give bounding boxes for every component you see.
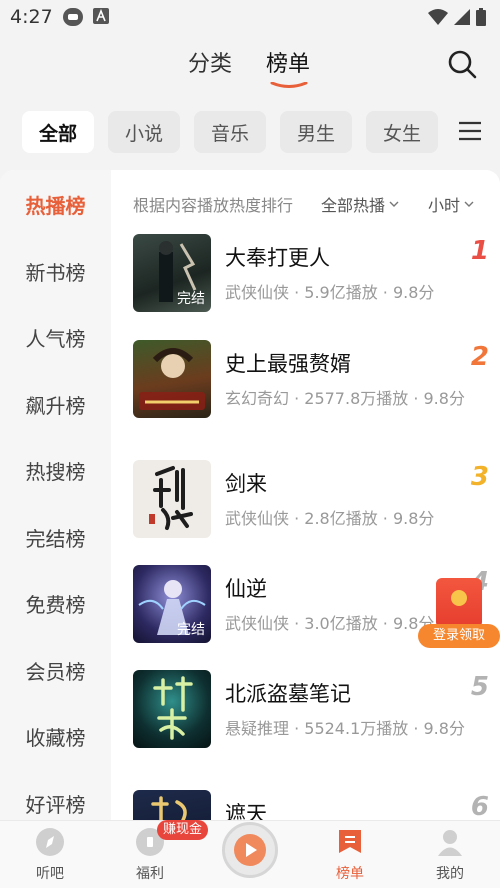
nav-ranking-label: 榜单 [336,866,364,882]
nav-listen-label: 听吧 [36,866,64,882]
sidebar-item-top-rated[interactable]: 好评榜 [0,789,111,818]
book-title: 仙逆 [225,577,267,601]
ranking-sidebar: 热播榜 新书榜 人气榜 飙升榜 热搜榜 完结榜 免费榜 会员榜 收藏榜 好评榜 [0,170,111,820]
nav-ranking[interactable]: 榜单 [310,821,390,888]
rank-number: 3 [470,462,489,492]
login-reward-button[interactable]: 登录领取 [418,578,500,650]
status-bar: 4:27 [0,0,500,34]
sidebar-item-favorites[interactable]: 收藏榜 [0,722,111,751]
book-title: 遮天 [225,802,267,820]
sidebar-item-hot-play[interactable]: 热播榜 [0,190,111,219]
list-item[interactable]: 遮天 6 [133,790,493,820]
search-icon[interactable] [446,48,478,80]
book-title: 北派盗墓笔记 [225,682,351,706]
player-button[interactable] [222,822,278,878]
login-reward-label: 登录领取 [418,624,500,648]
chevron-down-icon [389,201,399,207]
earn-cash-badge: 赚现金 [157,820,209,840]
book-cover [133,670,211,748]
rank-number: 1 [470,236,489,266]
category-chips: 全部 小说 音乐 男生 女生 [22,111,492,153]
chip-music[interactable]: 音乐 [194,111,266,153]
sidebar-item-new-books[interactable]: 新书榜 [0,257,111,286]
sidebar-item-popular[interactable]: 人气榜 [0,323,111,352]
nav-listen[interactable]: 听吧 [10,821,90,888]
tab-category[interactable]: 分类 [188,46,232,78]
filter-scope-label: 全部热播 [321,196,386,215]
compass-icon [36,828,64,856]
headset-icon [63,8,83,26]
chip-all[interactable]: 全部 [22,111,94,153]
list-item[interactable]: 史上最强赘婿 玄幻奇幻 · 2577.8万播放 · 9.8分 2 [133,340,493,458]
completed-badge: 完结 [177,291,205,307]
rank-number: 2 [470,342,489,372]
book-cover [133,460,211,538]
play-icon [234,834,266,866]
menu-icon[interactable] [458,120,482,142]
ranking-list: 根据内容播放热度排行 全部热播 小时 完结 大奉打更人 武侠仙侠 · 5.9亿播… [111,170,500,820]
nav-profile-label: 我的 [436,866,464,882]
signal-icon [454,9,470,25]
chip-novel[interactable]: 小说 [108,111,180,153]
nav-welfare-label: 福利 [136,866,164,882]
status-time: 4:27 [10,6,53,28]
list-item[interactable]: 完结 大奉打更人 武侠仙侠 · 5.9亿播放 · 9.8分 1 [133,234,493,334]
book-cover: 完结 [133,234,211,312]
coin-icon [451,590,467,606]
completed-badge: 完结 [177,622,205,638]
ranking-panel: 热播榜 新书榜 人气榜 飙升榜 热搜榜 完结榜 免费榜 会员榜 收藏榜 好评榜 … [0,170,500,820]
chip-female[interactable]: 女生 [366,111,438,153]
rank-number: 6 [470,792,489,820]
list-item[interactable]: 北派盗墓笔记 悬疑推理 · 5524.1万播放 · 9.8分 5 [133,670,493,788]
sidebar-item-hot-search[interactable]: 热搜榜 [0,456,111,485]
book-meta: 玄幻奇幻 · 2577.8万播放 · 9.8分 [225,389,465,408]
chip-male[interactable]: 男生 [280,111,352,153]
nav-profile[interactable]: 我的 [410,821,490,888]
book-meta: 悬疑推理 · 5524.1万播放 · 9.8分 [225,719,465,738]
book-title: 大奉打更人 [225,246,330,270]
active-tab-indicator [270,82,308,88]
wifi-icon [428,9,448,25]
rank-number: 5 [470,672,489,702]
book-title: 史上最强赘婿 [225,352,351,376]
chevron-down-icon [464,201,474,207]
sidebar-item-rising[interactable]: 飙升榜 [0,390,111,419]
user-icon [438,830,462,856]
book-cover [133,790,211,820]
sidebar-item-member[interactable]: 会员榜 [0,656,111,685]
ranking-icon [339,830,361,853]
top-tabs: 分类 榜单 [0,46,500,90]
book-cover [133,340,211,418]
filter-time-dropdown[interactable]: 小时 [428,192,474,216]
book-cover: 完结 [133,565,211,643]
book-title: 剑来 [225,472,267,496]
sidebar-item-free[interactable]: 免费榜 [0,589,111,618]
ranking-description: 根据内容播放热度排行 [133,196,294,215]
filter-scope-dropdown[interactable]: 全部热播 [321,192,399,216]
book-meta: 武侠仙侠 · 5.9亿播放 · 9.8分 [225,283,435,302]
filter-time-label: 小时 [428,196,461,215]
sidebar-item-completed[interactable]: 完结榜 [0,523,111,552]
app-notification-icon [93,8,109,24]
book-meta: 武侠仙侠 · 2.8亿播放 · 9.8分 [225,509,435,528]
tab-ranking[interactable]: 榜单 [266,46,310,78]
list-item[interactable]: 剑来 武侠仙侠 · 2.8亿播放 · 9.8分 3 [133,460,493,560]
battery-icon [476,8,486,26]
